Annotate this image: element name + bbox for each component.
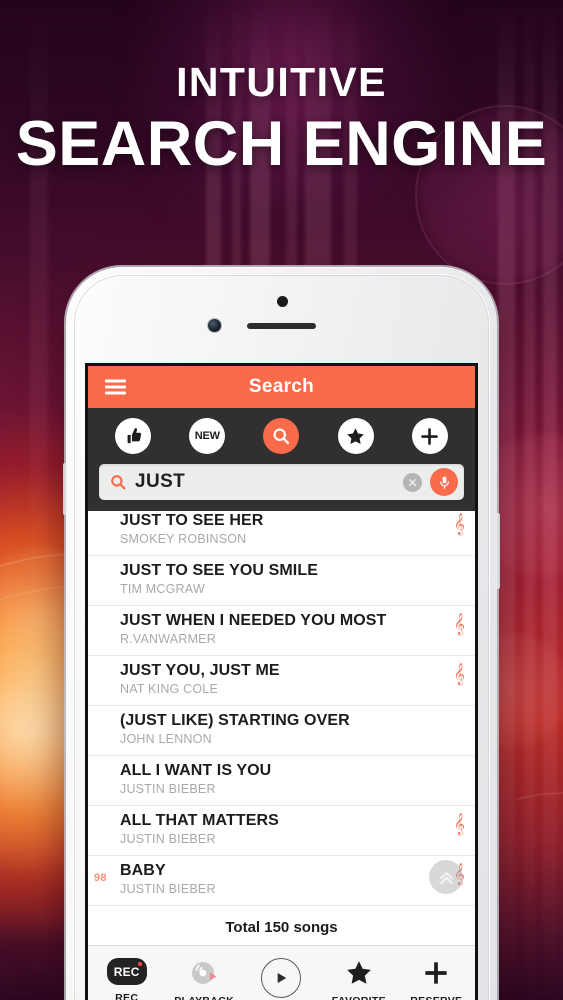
song-artist: SMOKEY ROBINSON xyxy=(120,532,247,546)
song-title: JUST TO SEE HER xyxy=(120,512,264,529)
star-icon xyxy=(346,961,371,984)
footer-button-favorite[interactable]: FAVORITE xyxy=(325,958,393,1000)
app-title-bar: Search xyxy=(88,366,475,408)
treble-clef-icon: 𝄞 xyxy=(453,614,465,635)
nav-tab-new[interactable]: NEW xyxy=(189,418,226,454)
song-title: ALL I WANT IS YOU xyxy=(120,762,272,779)
treble-clef-icon: 𝄞 xyxy=(453,514,465,535)
volume-button xyxy=(63,463,67,515)
table-row[interactable]: (JUST LIKE) STARTING OVER JOHN LENNON xyxy=(88,706,475,756)
table-row[interactable]: JUST TO SEE HER SMOKEY ROBINSON 𝄞 xyxy=(88,511,475,556)
footer-button-play[interactable] xyxy=(247,958,315,1000)
treble-clef-icon: 𝄞 xyxy=(453,664,465,685)
plus-icon xyxy=(421,427,439,445)
song-artist: JUSTIN BIEBER xyxy=(120,782,216,796)
footer-label-rec: REC xyxy=(115,992,139,1000)
song-title: JUST YOU, JUST ME xyxy=(120,662,280,679)
clear-search-icon[interactable] xyxy=(403,472,422,492)
double-chevron-up-icon xyxy=(439,871,453,884)
footer-label-playback: PLAYBACK xyxy=(174,995,234,1000)
search-bar[interactable]: JUST xyxy=(99,464,464,500)
nav-tab-thumbs-up[interactable] xyxy=(115,418,152,454)
song-artist: JOHN LENNON xyxy=(120,732,212,746)
front-camera xyxy=(208,319,221,332)
promo-screenshot: INTUITIVE SEARCH ENGINE Search NEW JUST … xyxy=(0,0,563,1000)
search-input[interactable]: JUST xyxy=(135,471,395,493)
thumbs-up-icon xyxy=(127,428,142,444)
nav-tab-search[interactable] xyxy=(263,418,300,454)
treble-clef-icon: 𝄞 xyxy=(453,814,465,835)
earpiece-speaker xyxy=(247,323,316,329)
search-icon xyxy=(111,475,126,490)
page-title: Search xyxy=(248,376,315,397)
phone-screen: Search NEW JUST JUST TO SEE HER SMOKEY R… xyxy=(88,366,475,1000)
total-songs-label: Total 150 songs xyxy=(88,916,475,946)
power-button xyxy=(496,513,500,589)
proximity-sensor xyxy=(276,296,288,307)
song-title: BABY xyxy=(120,862,166,879)
headline-line-2: SEARCH ENGINE xyxy=(15,109,548,179)
song-title: JUST TO SEE YOU SMILE xyxy=(120,562,318,579)
table-row[interactable]: ALL THAT MATTERS JUSTIN BIEBER 𝄞 xyxy=(88,806,475,856)
app-footer-toolbar: REC REC PLAYBACK xyxy=(88,946,475,1000)
nav-tab-favorite[interactable] xyxy=(337,418,374,454)
table-row[interactable]: ALL I WANT IS YOU JUSTIN BIEBER xyxy=(88,756,475,806)
footer-button-reserve[interactable]: RESERVE xyxy=(402,958,470,1000)
footer-label-favorite: FAVORITE xyxy=(332,995,386,1000)
star-icon xyxy=(347,427,364,444)
song-title: ALL THAT MATTERS xyxy=(120,812,279,829)
headline-line-1: INTUITIVE xyxy=(176,59,387,105)
voice-search-button[interactable] xyxy=(430,468,458,496)
search-icon xyxy=(273,428,290,445)
song-artist: TIM MCGRAW xyxy=(120,582,205,596)
nav-tab-new-label: NEW xyxy=(194,430,220,442)
footer-label-reserve: RESERVE xyxy=(410,995,462,1000)
song-title: (JUST LIKE) STARTING OVER xyxy=(120,712,350,729)
playback-disc-icon xyxy=(189,958,219,988)
table-row[interactable]: JUST WHEN I NEEDED YOU MOST R.VANWARMER … xyxy=(88,606,475,656)
promo-headline: INTUITIVE SEARCH ENGINE xyxy=(0,59,563,179)
footer-button-rec[interactable]: REC REC xyxy=(93,958,161,1000)
song-title: JUST WHEN I NEEDED YOU MOST xyxy=(120,612,387,629)
song-number: 98 xyxy=(94,872,107,884)
rec-icon: REC xyxy=(106,958,147,985)
table-row[interactable]: 98 BABY JUSTIN BIEBER 𝄞 xyxy=(88,856,475,906)
song-artist: JUSTIN BIEBER xyxy=(120,832,216,846)
song-artist: JUSTIN BIEBER xyxy=(120,882,216,896)
table-row[interactable]: JUST TO SEE YOU SMILE TIM MCGRAW xyxy=(88,556,475,606)
search-bar-container: JUST xyxy=(88,464,475,511)
hamburger-menu-icon[interactable] xyxy=(105,379,126,395)
plus-icon xyxy=(425,962,447,984)
category-nav-bar: NEW xyxy=(88,408,475,464)
microphone-icon xyxy=(439,476,449,489)
scroll-to-top-button[interactable] xyxy=(429,860,463,894)
phone-mockup: Search NEW JUST JUST TO SEE HER SMOKEY R… xyxy=(63,267,500,1000)
song-artist: NAT KING COLE xyxy=(120,682,218,696)
nav-tab-add[interactable] xyxy=(411,418,448,454)
play-icon xyxy=(261,958,302,998)
footer-button-playback[interactable]: PLAYBACK xyxy=(170,958,238,1000)
table-row[interactable]: JUST YOU, JUST ME NAT KING COLE 𝄞 xyxy=(88,656,475,706)
song-artist: R.VANWARMER xyxy=(120,632,216,646)
song-list[interactable]: JUST TO SEE HER SMOKEY ROBINSON 𝄞 JUST T… xyxy=(88,511,475,916)
